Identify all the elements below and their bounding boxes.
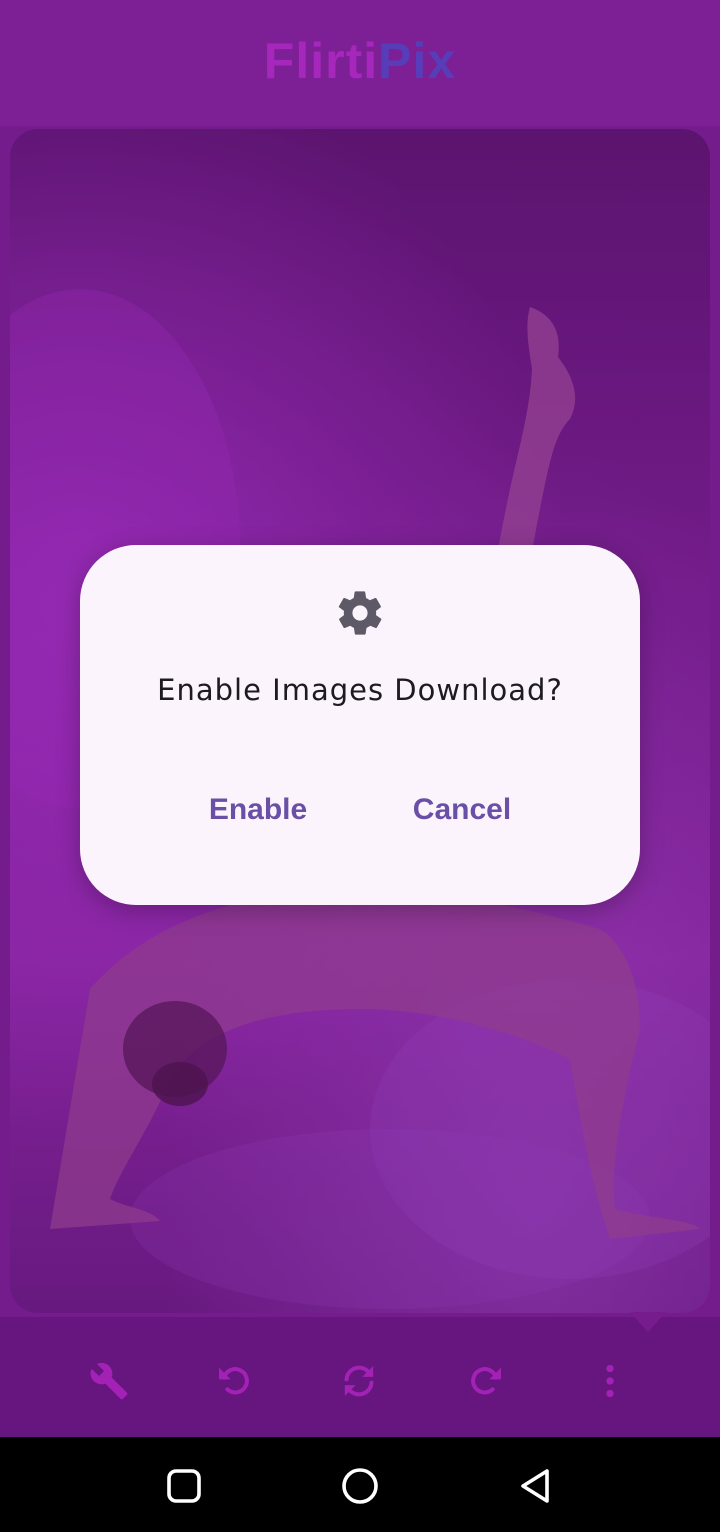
home-icon[interactable] bbox=[338, 1464, 382, 1508]
gear-icon bbox=[334, 587, 386, 639]
back-icon[interactable] bbox=[514, 1464, 558, 1508]
system-navigation-bar bbox=[0, 1437, 720, 1532]
screen: FlirtiPix Enable Images Download? Enable… bbox=[0, 0, 720, 1532]
enable-button[interactable]: Enable bbox=[188, 785, 328, 835]
recents-icon[interactable] bbox=[162, 1464, 206, 1508]
enable-download-dialog: Enable Images Download? Enable Cancel bbox=[80, 545, 640, 905]
cancel-button[interactable]: Cancel bbox=[392, 785, 532, 835]
dialog-title: Enable Images Download? bbox=[157, 673, 563, 707]
